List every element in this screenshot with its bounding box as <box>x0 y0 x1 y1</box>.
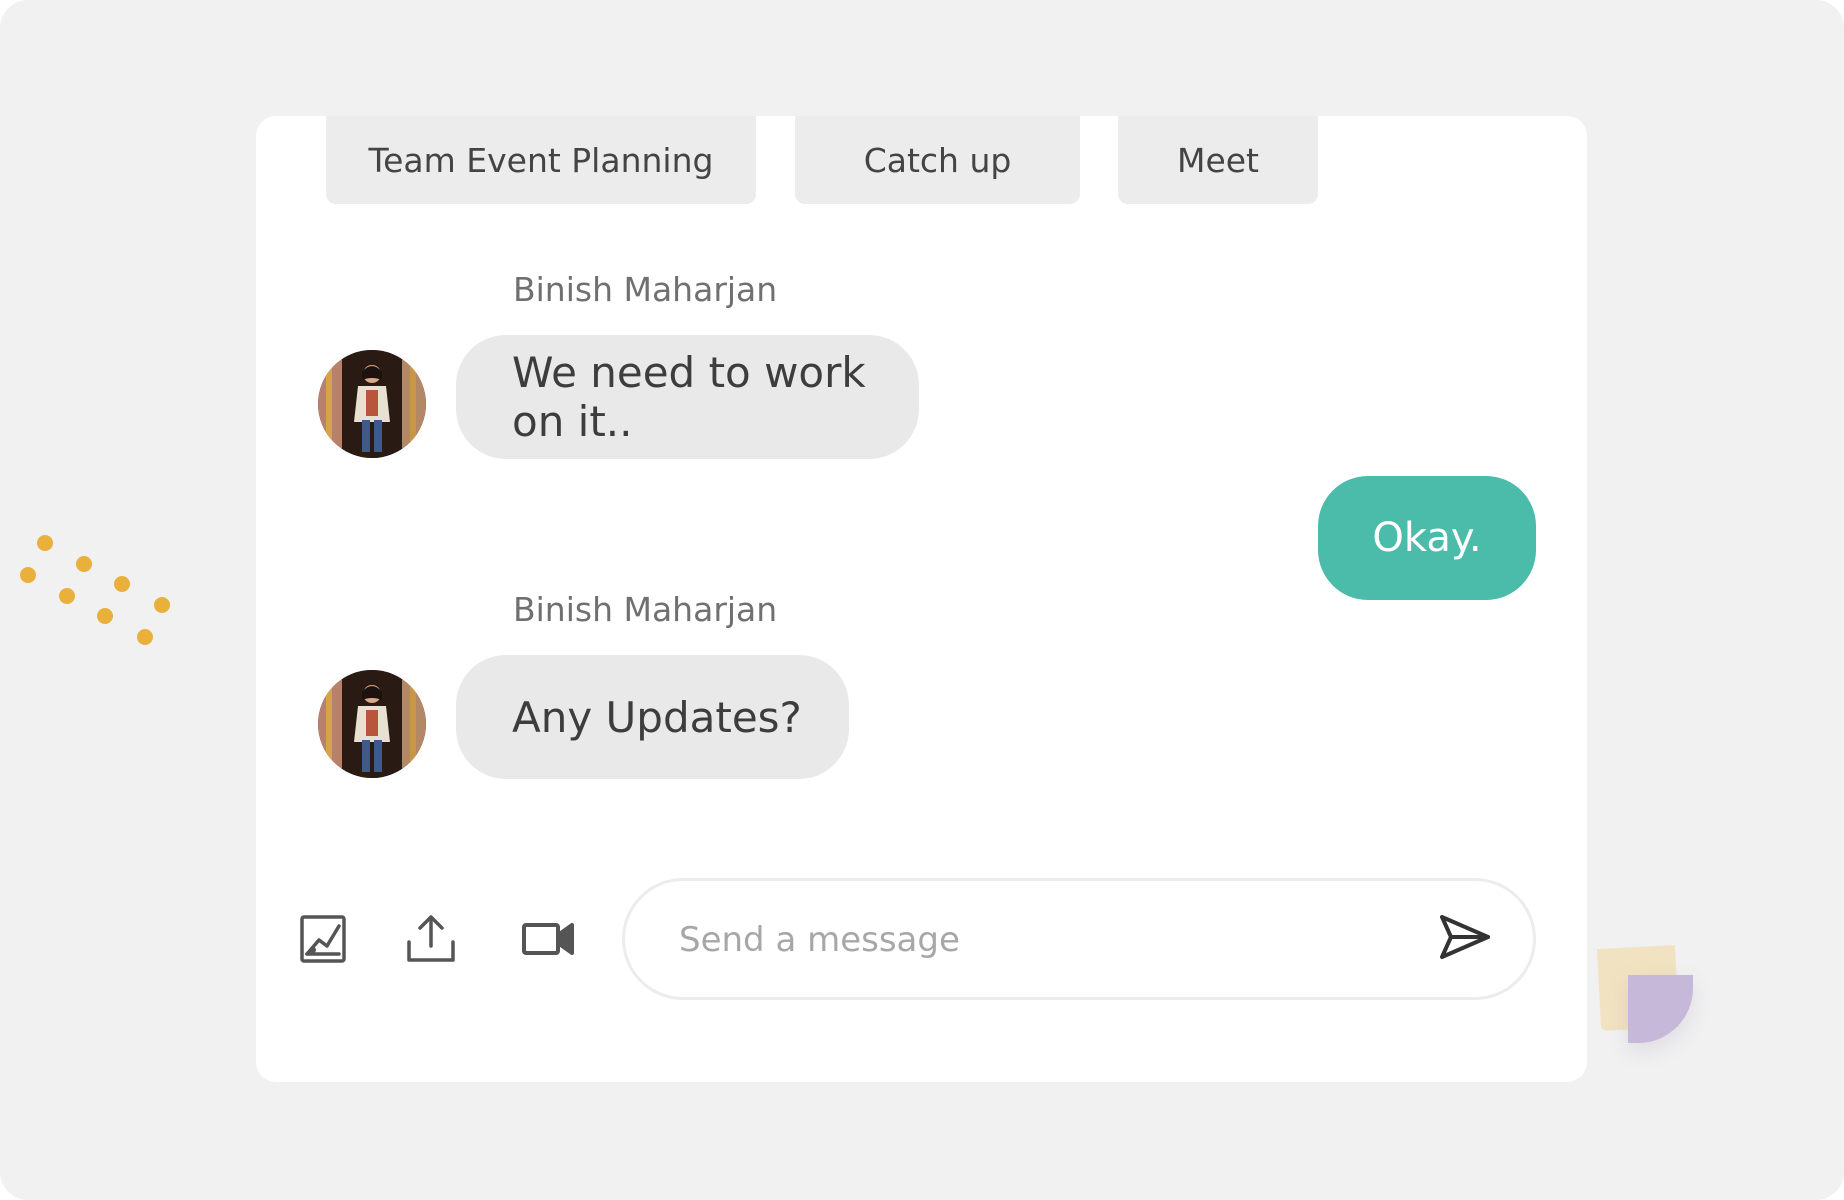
dot <box>37 535 53 551</box>
dot <box>97 608 113 624</box>
message-sender-name: Binish Maharjan <box>513 590 778 629</box>
decorative-sticky-note <box>1628 975 1693 1043</box>
upload-icon <box>405 914 457 968</box>
message-composer <box>622 878 1536 1000</box>
video-camera-icon <box>521 919 575 963</box>
incoming-message-bubble: We need to work on it.. <box>456 335 919 459</box>
send-button[interactable] <box>1435 911 1495 967</box>
attach-image-button[interactable] <box>298 911 348 971</box>
dot <box>59 588 75 604</box>
message-sender-name: Binish Maharjan <box>513 270 778 309</box>
message-input[interactable] <box>677 903 1421 977</box>
tab-catch-up[interactable]: Catch up <box>795 116 1080 204</box>
image-icon <box>299 914 347 968</box>
dot <box>154 597 170 613</box>
tab-team-event-planning[interactable]: Team Event Planning <box>326 116 756 204</box>
avatar[interactable] <box>318 350 426 458</box>
tab-meet[interactable]: Meet <box>1118 116 1318 204</box>
outgoing-message-bubble: Okay. <box>1318 476 1536 600</box>
video-call-button[interactable] <box>521 911 575 971</box>
send-icon <box>1439 913 1491 965</box>
dot <box>20 567 36 583</box>
page-background: Team Event Planning Catch up Meet Binish… <box>0 0 1844 1200</box>
dot <box>114 576 130 592</box>
chat-window: Team Event Planning Catch up Meet Binish… <box>256 116 1587 1082</box>
dot <box>76 556 92 572</box>
avatar[interactable] <box>318 670 426 778</box>
upload-button[interactable] <box>405 911 457 971</box>
incoming-message-bubble: Any Updates? <box>456 655 849 779</box>
dot <box>137 629 153 645</box>
